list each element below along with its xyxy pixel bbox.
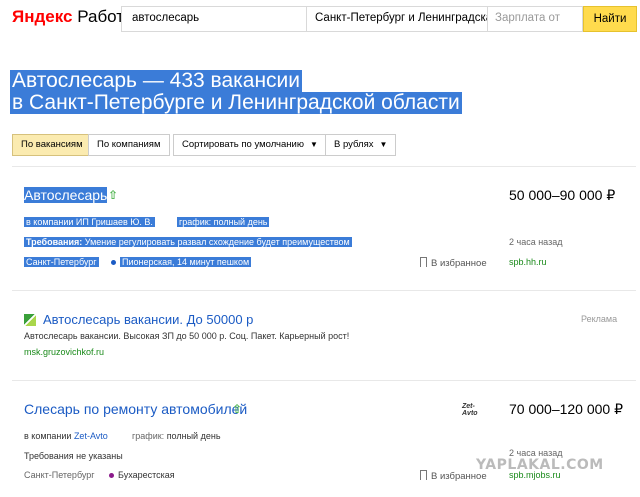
currency-label: В рублях: [334, 139, 374, 150]
yandex-work-logo[interactable]: Яндекс Работа: [12, 7, 133, 27]
search-input[interactable]: автослесарь: [121, 6, 307, 32]
metro-text: Бухарестская: [118, 470, 175, 480]
arrow-up-icon: ⇧: [232, 402, 243, 416]
page-title: Автослесарь — 433 вакансии в Санкт-Петер…: [10, 70, 462, 114]
sort-label: Сортировать по умолчанию: [182, 139, 304, 150]
title-line-1: Автослесарь — 433 вакансии: [10, 69, 303, 92]
find-button[interactable]: Найти: [583, 6, 637, 32]
company-link[interactable]: Zet-Avto: [74, 431, 108, 441]
vacancy-card: Слесарь по ремонту автомобилей ⇧ Zet-Avt…: [12, 380, 636, 497]
metro-text: Пионерская, 14 минут пешком: [120, 257, 252, 267]
company-text[interactable]: в компании ИП Гришаев Ю. В.: [24, 217, 155, 227]
bookmark-icon: [420, 470, 427, 480]
source-link[interactable]: spb.hh.ru: [509, 257, 547, 267]
requirements-text: Требования не указаны: [24, 451, 123, 461]
region-input[interactable]: Санкт-Петербург и Ленинградская: [306, 6, 498, 32]
city-text: Санкт-Петербург: [24, 257, 99, 267]
chevron-down-icon: ▼: [309, 140, 318, 149]
schedule-label: график:: [132, 431, 165, 441]
title-line-2: в Санкт-Петербурге и Ленинградской облас…: [10, 91, 462, 114]
ad-logo-icon: [24, 314, 36, 326]
ad-card: Автослесарь вакансии. До 50000 р Реклама…: [12, 290, 636, 380]
requirements-label: Требования:: [26, 237, 83, 247]
vacancy-title-link[interactable]: Слесарь по ремонту автомобилей: [24, 401, 247, 417]
city-text: Санкт-Петербург: [24, 470, 95, 480]
filter-by-vacancies[interactable]: По вакансиям: [12, 134, 92, 156]
salary-placeholder: Зарплата от: [495, 12, 560, 24]
currency-dropdown[interactable]: В рублях ▼: [325, 134, 397, 156]
bookmark-icon: [420, 257, 427, 267]
metro-dot-icon: [111, 260, 116, 266]
company-logo[interactable]: Zet-Avto: [462, 403, 488, 417]
vacancy-card: Автослесарь ⇧ 50 000–90 000 ₽ в компании…: [12, 166, 636, 290]
salary-input[interactable]: Зарплата от: [487, 6, 583, 32]
salary: 50 000–90 000 ₽: [509, 187, 616, 203]
ad-title-link[interactable]: Автослесарь вакансии. До 50000 р: [43, 312, 253, 327]
filter-by-companies[interactable]: По компаниям: [88, 134, 170, 156]
requirements-value: Умение регулировать развал схождение буд…: [84, 237, 350, 247]
metro-info: Бухарестская: [109, 470, 175, 480]
posted-time: 2 часа назад: [509, 237, 563, 247]
schedule-value: полный день: [166, 431, 221, 441]
company-prefix: в компании: [24, 431, 72, 441]
schedule-text: график: полный день: [177, 217, 270, 227]
region-text: Санкт-Петербург и Ленинградская: [315, 12, 499, 24]
schedule-text: график: полный день: [132, 431, 221, 441]
sort-dropdown[interactable]: Сортировать по умолчанию ▼: [173, 134, 327, 156]
watermark: YAPLAKAL.COM: [476, 457, 604, 473]
search-query-text: автослесарь: [132, 12, 200, 24]
salary: 70 000–120 000 ₽: [509, 401, 624, 417]
metro-dot-icon: [109, 473, 114, 479]
chevron-down-icon: ▼: [379, 140, 388, 149]
arrow-up-icon: ⇧: [108, 188, 119, 202]
bookmark-label: В избранное: [431, 258, 487, 269]
ad-label: Реклама: [581, 314, 618, 324]
header: Яндекс Работа автослесарь Санкт-Петербур…: [0, 0, 640, 36]
vacancy-title-link[interactable]: Автослесарь: [24, 187, 108, 203]
bookmark-button[interactable]: В избранное: [420, 257, 487, 269]
ad-url-link[interactable]: msk.gruzovichkof.ru: [24, 347, 104, 357]
ad-text: Автослесарь вакансии. Высокая ЗП до 50 0…: [24, 331, 350, 341]
requirements-text: Требования: Умение регулировать развал с…: [24, 237, 352, 247]
metro-info: Пионерская, 14 минут пешком: [111, 257, 252, 267]
company-text: в компании Zet-Avto: [24, 431, 108, 441]
logo-brand: Яндекс: [12, 7, 73, 26]
